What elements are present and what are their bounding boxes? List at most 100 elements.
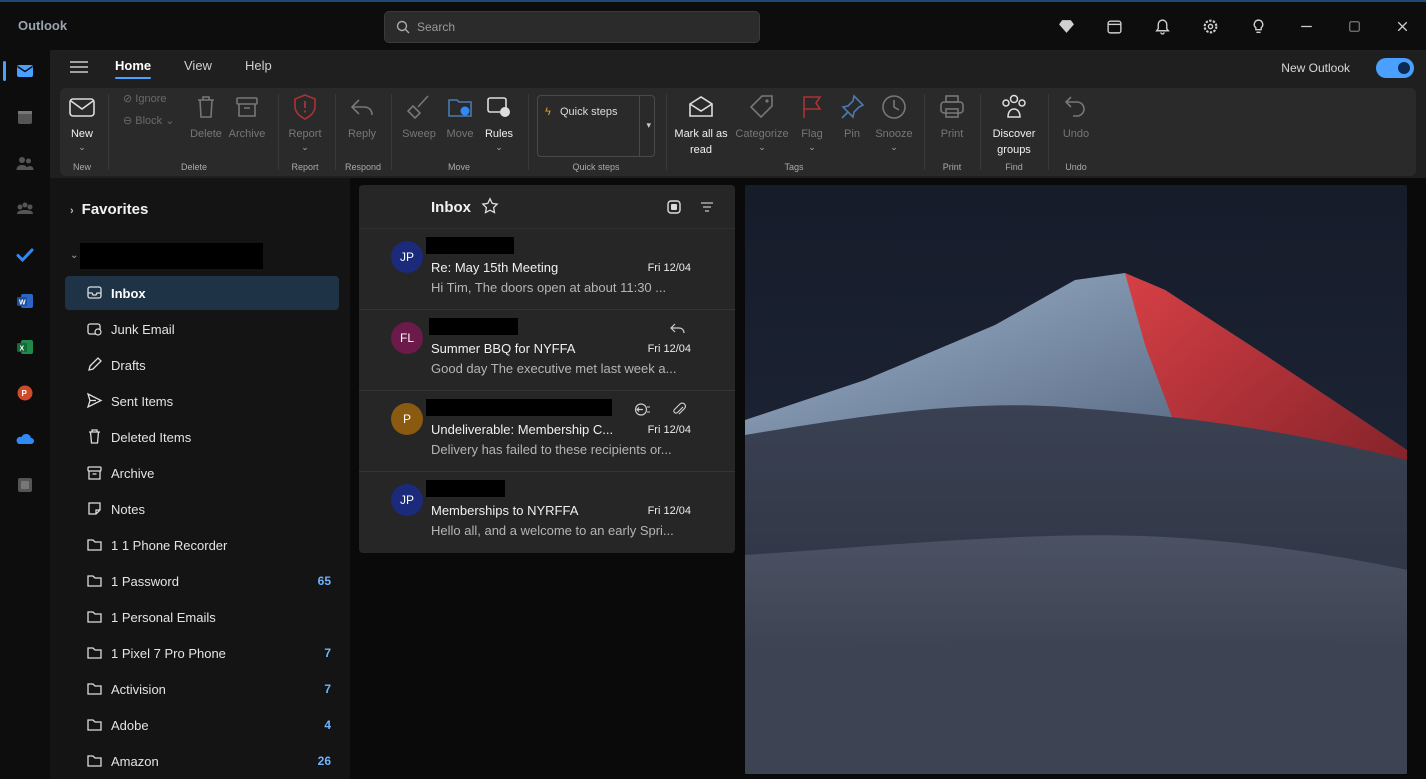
rules-button[interactable]: Rules ⌄	[481, 92, 517, 152]
broom-icon	[406, 95, 429, 120]
unread-count: 4	[324, 718, 331, 732]
chevron-right-icon: ›	[70, 205, 74, 217]
hamburger-menu-icon[interactable]	[68, 59, 90, 75]
filter-icon[interactable]	[699, 199, 715, 215]
print-button[interactable]: Print	[934, 92, 970, 142]
message-item[interactable]: JP Re: May 15th Meeting Fri 12/04 Hi Tim…	[359, 229, 735, 310]
rail-people[interactable]	[0, 144, 50, 182]
rail-excel[interactable]: X	[0, 328, 50, 366]
rail-groups[interactable]	[0, 190, 50, 228]
folder-item[interactable]: Deleted Items	[65, 420, 339, 454]
snooze-button[interactable]: Snooze ⌄	[874, 92, 914, 152]
message-item[interactable]: JP Memberships to NYRFFA Fri 12/04 Hello…	[359, 472, 735, 553]
folder-item[interactable]: Notes	[65, 492, 339, 526]
folder-icon	[87, 647, 102, 659]
shield-warning-icon	[294, 94, 316, 120]
categorize-button[interactable]: Categorize ⌄	[734, 92, 790, 152]
folder-item[interactable]: 1 Personal Emails	[65, 600, 339, 634]
ignore-button[interactable]: ⊘ Ignore	[123, 92, 166, 105]
tag-icon	[749, 95, 773, 119]
group-label-print: Print	[942, 162, 962, 172]
group-label-move: Move	[447, 162, 470, 172]
mountain-dune-wallpaper	[745, 185, 1407, 774]
sweep-button[interactable]: Sweep	[400, 92, 438, 142]
folder-item[interactable]: Drafts	[65, 348, 339, 382]
folder-item[interactable]: Sent Items	[65, 384, 339, 418]
block-icon: ⊖	[123, 115, 136, 127]
lightbulb-icon	[1253, 18, 1263, 33]
archive-button[interactable]: Archive	[227, 92, 267, 142]
unread-count: 65	[317, 574, 331, 588]
star-icon[interactable]	[481, 197, 499, 215]
ribbon: Home View Help New Outlook New ⌄ New ⊘ I…	[50, 50, 1426, 178]
discover-groups-button[interactable]: Discover groups	[986, 92, 1042, 158]
group-label-delete: Delete	[180, 162, 207, 172]
tab-help[interactable]: Help	[245, 58, 272, 73]
chevron-down-icon[interactable]: ⌄	[70, 250, 78, 261]
move-button[interactable]: Move	[442, 92, 478, 142]
maximize-icon	[1348, 20, 1360, 32]
message-item[interactable]: P Undeliverable: Membership C... Fri 12/…	[359, 391, 735, 472]
folder-name: Archive	[111, 466, 155, 481]
folder-item[interactable]: Adobe 4	[65, 708, 339, 742]
message-date: Fri 12/04	[647, 343, 691, 355]
message-item[interactable]: FL Summer BBQ for NYFFA Fri 12/04 Good d…	[359, 310, 735, 391]
chevron-down-icon: ⌄	[78, 142, 86, 152]
folder-item[interactable]: 1 1 Phone Recorder	[65, 528, 339, 562]
message-subject: Re: May 15th Meeting	[431, 260, 559, 275]
folder-item[interactable]: Amazon 26	[65, 744, 339, 778]
report-button[interactable]: Report ⌄	[286, 92, 324, 152]
rail-word[interactable]: W	[0, 282, 50, 320]
tab-view[interactable]: View	[184, 58, 212, 73]
pin-button[interactable]: Pin	[836, 92, 868, 142]
delete-button[interactable]: Delete	[188, 92, 224, 142]
folder-item[interactable]: 1 Password 65	[65, 564, 339, 598]
onedrive-icon	[16, 433, 34, 444]
account-name-redacted[interactable]	[80, 243, 263, 269]
flag-icon	[803, 96, 822, 118]
close-button[interactable]	[1378, 2, 1426, 50]
rail-mail[interactable]	[0, 52, 50, 90]
folder-icon	[87, 575, 102, 587]
tips-button[interactable]	[1234, 2, 1282, 50]
folder-item[interactable]: Inbox	[65, 276, 339, 310]
folder-name: Adobe	[111, 718, 149, 733]
note-icon	[88, 502, 101, 515]
flag-button[interactable]: Flag ⌄	[796, 92, 828, 152]
block-button[interactable]: ⊖ Block ⌄	[123, 114, 174, 127]
notifications-button[interactable]	[1138, 2, 1186, 50]
minimize-button[interactable]	[1282, 2, 1330, 50]
inbox-icon	[87, 286, 102, 299]
rail-todo[interactable]	[0, 236, 50, 274]
group-label-respond: Respond	[344, 162, 382, 172]
chevron-down-icon[interactable]: ▾	[646, 120, 651, 131]
premium-diamond-button[interactable]	[1042, 2, 1090, 50]
new-outlook-toggle[interactable]	[1376, 58, 1414, 78]
rail-apps[interactable]	[0, 466, 50, 504]
rail-calendar[interactable]	[0, 98, 50, 136]
mark-all-read-button[interactable]: Mark all as read	[672, 92, 730, 158]
favorites-header[interactable]: › Favorites	[70, 201, 148, 218]
folder-name: 1 Pixel 7 Pro Phone	[111, 646, 226, 661]
rail-onedrive[interactable]	[0, 420, 50, 458]
search-box[interactable]: Search	[384, 11, 760, 43]
settings-button[interactable]	[1186, 2, 1234, 50]
my-day-button[interactable]	[1090, 2, 1138, 50]
folder-name: Sent Items	[111, 394, 174, 409]
rail-powerpoint[interactable]: P	[0, 374, 50, 412]
folder-item[interactable]: Junk Email	[65, 312, 339, 346]
quick-steps-box[interactable]: ϟ Quick steps ▾	[537, 95, 655, 157]
message-list: Inbox JP Re: May 15th Meeting Fri 12/04 …	[359, 185, 735, 553]
maximize-button[interactable]	[1330, 2, 1378, 50]
reply-button[interactable]: Reply	[343, 92, 381, 142]
avatar: P	[391, 403, 423, 435]
undo-button[interactable]: Undo	[1056, 92, 1096, 142]
folder-item[interactable]: 1 Pixel 7 Pro Phone 7	[65, 636, 339, 670]
new-mail-button[interactable]: New ⌄	[64, 92, 100, 152]
tab-home[interactable]: Home	[115, 58, 152, 79]
powerpoint-icon: P	[17, 385, 33, 401]
folder-item[interactable]: Archive	[65, 456, 339, 490]
folder-item[interactable]: Activision 7	[65, 672, 339, 706]
folder-name: Notes	[111, 502, 145, 517]
select-mode-icon[interactable]	[666, 199, 682, 215]
